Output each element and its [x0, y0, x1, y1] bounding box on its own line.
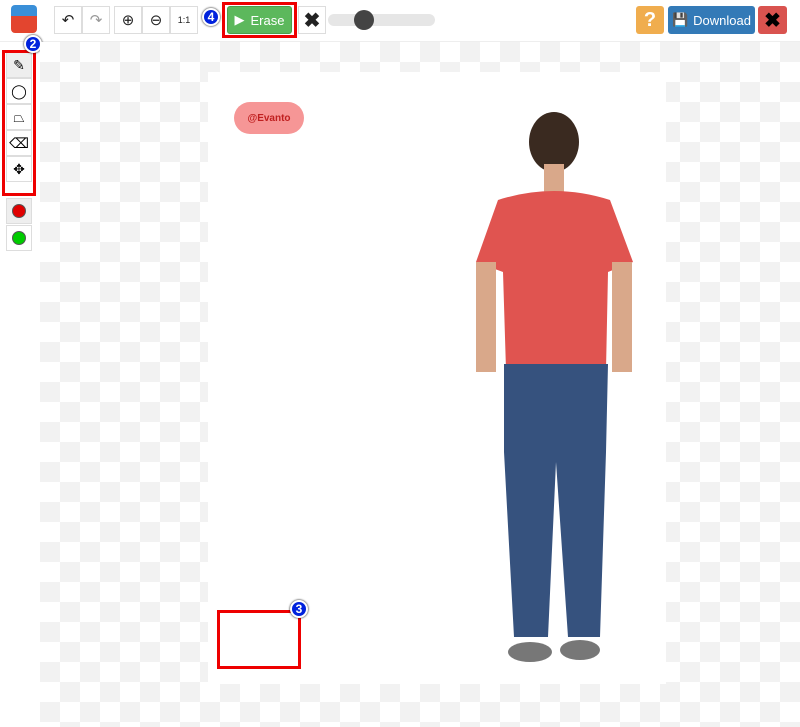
zoom-actual-icon: 1:1 [177, 15, 191, 25]
close-button[interactable]: ✖ [758, 6, 787, 34]
keep-color-button[interactable] [6, 225, 32, 251]
zoom-in-icon: ⊕ [121, 12, 135, 29]
app-logo [11, 5, 37, 33]
zoom-in-button[interactable]: ⊕ [114, 6, 142, 34]
save-icon: 💾 [671, 12, 689, 27]
zoom-out-button[interactable]: ⊖ [142, 6, 170, 34]
sidebar: ✎ ◯ ⏢ ⌫ ✥ 2 [0, 35, 42, 727]
cancel-button[interactable]: ✖ [298, 6, 326, 34]
watermark-highlight [217, 610, 301, 669]
toolbar: ↶ ↷ ⊕ ⊖ 1:1 ▶ Erase 4 ✖ ? 💾 Download ✖ [0, 0, 800, 42]
zoom-reset-button[interactable]: 1:1 [170, 6, 198, 34]
step-badge-3: 3 [290, 600, 308, 618]
download-button[interactable]: 💾 Download [668, 6, 755, 34]
watermark-mark: @Evanto [234, 102, 304, 134]
green-dot-icon [12, 231, 26, 245]
step-badge-4: 4 [202, 8, 220, 26]
zoom-out-icon: ⊖ [149, 12, 163, 29]
close-icon: ✖ [303, 9, 321, 32]
photo: @Evanto [208, 72, 666, 684]
red-dot-icon [12, 204, 26, 218]
redo-icon: ↷ [89, 12, 103, 29]
tools-highlight [2, 50, 36, 196]
undo-icon: ↶ [61, 12, 75, 29]
remove-color-button[interactable] [6, 198, 32, 224]
erase-button[interactable]: ▶ Erase [227, 6, 292, 34]
slider-handle[interactable] [354, 10, 374, 30]
close-icon: ✖ [764, 9, 781, 32]
help-button[interactable]: ? [636, 6, 664, 34]
person-image [476, 112, 633, 662]
canvas[interactable]: @Evanto 3 [40, 42, 800, 727]
undo-button[interactable]: ↶ [54, 6, 82, 34]
redo-button[interactable]: ↷ [82, 6, 110, 34]
brush-size-slider[interactable] [328, 10, 435, 30]
play-icon: ▶ [234, 12, 245, 27]
